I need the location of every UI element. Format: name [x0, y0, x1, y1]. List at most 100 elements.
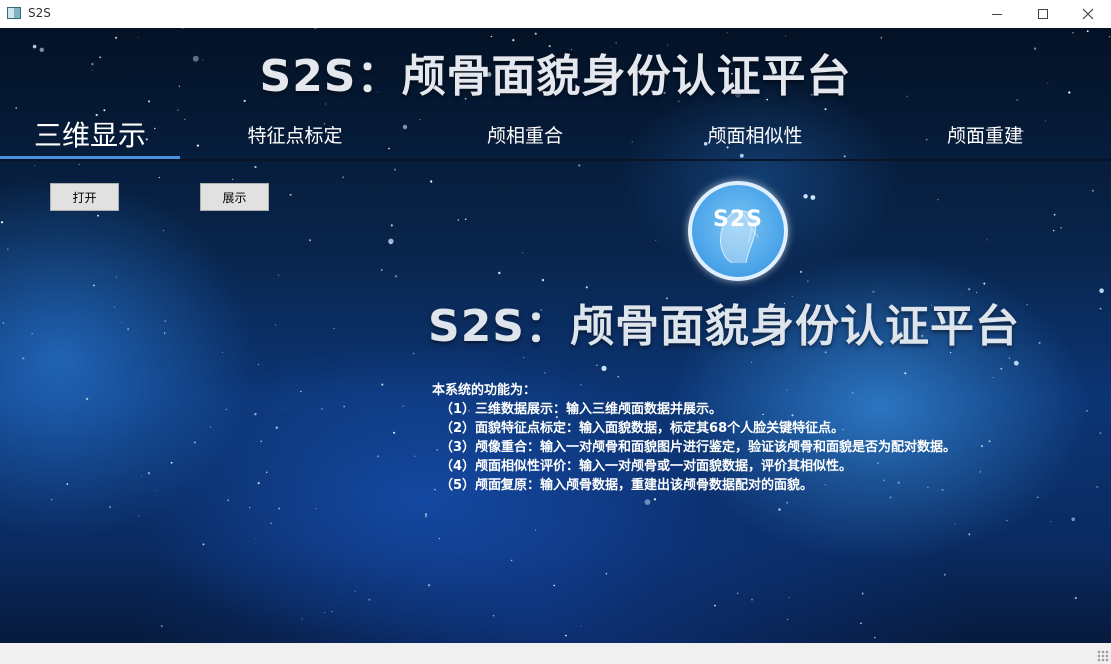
tab-craniofacial-similarity[interactable]: 颅面相似性 [665, 110, 845, 158]
star [162, 229, 165, 232]
star [333, 328, 335, 329]
star [425, 513, 427, 516]
star [565, 634, 567, 637]
star [331, 611, 333, 613]
star [1099, 288, 1104, 294]
description-item: （3）颅像重合：输入一对颅骨和面貌图片进行鉴定，验证该颅骨和面貌是否为配对数据。 [440, 440, 957, 455]
s2s-logo: S2S [688, 181, 788, 281]
tab-landmark-annotation[interactable]: 特征点标定 [205, 110, 385, 158]
star [438, 537, 440, 540]
resize-grip-icon[interactable] [1097, 650, 1109, 662]
star [778, 508, 781, 511]
star [158, 176, 160, 179]
maximize-icon [1038, 9, 1048, 19]
star [147, 472, 151, 475]
star [1099, 307, 1102, 310]
star [412, 352, 415, 355]
star [227, 499, 229, 502]
star [127, 328, 129, 330]
star [751, 598, 753, 601]
close-icon [1082, 8, 1094, 20]
star [193, 441, 196, 444]
star [78, 163, 80, 166]
star [266, 471, 268, 473]
star [170, 461, 173, 464]
app-window-icon [7, 7, 21, 19]
star [585, 286, 588, 289]
star [278, 507, 281, 510]
star [880, 37, 882, 39]
star [93, 284, 95, 287]
description-item: （4）颅面相似性评价：输入一对颅骨或一对面貌数据，评价其相似性。 [440, 459, 853, 474]
star [1086, 410, 1088, 412]
star [983, 282, 986, 285]
star [986, 239, 988, 241]
star [154, 489, 156, 491]
tab-craniofacial-reconstruction[interactable]: 颅面重建 [895, 110, 1075, 158]
star [1071, 517, 1075, 521]
status-bar [0, 643, 1111, 664]
star [490, 35, 493, 38]
star [343, 405, 346, 408]
star [1036, 496, 1039, 499]
star [284, 408, 286, 410]
star [1006, 519, 1008, 522]
star [393, 431, 396, 434]
open-button[interactable]: 打开 [50, 183, 119, 211]
star [803, 194, 808, 199]
star [137, 37, 139, 38]
description-item: （2）面貌特征点标定：输入面貌数据，标定其68个人脸关键特征点。 [440, 421, 845, 436]
tab-3d-display[interactable]: 三维显示 [0, 110, 180, 158]
page-title: S2S：颅骨面貌身份认证平台 [259, 51, 852, 102]
star [376, 455, 380, 458]
tab-bar: 三维显示 特征点标定 颅相重合 颅面相似性 颅面重建 [0, 110, 1111, 161]
maximize-button[interactable] [1020, 0, 1066, 28]
star [644, 499, 651, 505]
close-button[interactable] [1065, 0, 1111, 28]
star [889, 496, 892, 499]
star [301, 618, 303, 620]
star [109, 506, 111, 508]
star [115, 36, 118, 39]
star [534, 529, 536, 531]
star [860, 622, 862, 625]
star [750, 361, 753, 363]
star [15, 107, 17, 109]
star [270, 522, 272, 524]
description-item: （1）三维数据展示：输入三维颅面数据并展示。 [440, 402, 723, 417]
show-button[interactable]: 展示 [200, 183, 269, 211]
minimize-button[interactable] [974, 0, 1020, 28]
star [225, 408, 227, 411]
star [510, 559, 513, 562]
star [275, 324, 276, 326]
star [498, 271, 501, 275]
star [457, 219, 460, 221]
star [578, 164, 581, 167]
star [1050, 521, 1052, 523]
star [428, 584, 431, 587]
star [937, 199, 939, 201]
star [160, 625, 163, 628]
star [1000, 367, 1003, 370]
star [388, 238, 394, 244]
star [381, 269, 383, 271]
star [342, 176, 345, 179]
window-title: S2S [28, 6, 51, 20]
minimize-icon [992, 13, 1002, 15]
star [315, 508, 317, 509]
star [653, 498, 657, 501]
star [138, 515, 140, 517]
star [605, 573, 608, 575]
star [254, 413, 257, 416]
star [904, 372, 907, 375]
star [1072, 32, 1074, 34]
star [395, 275, 398, 278]
star [85, 397, 89, 401]
tab-skull-face-superimposition[interactable]: 颅相重合 [435, 110, 615, 158]
star [1008, 357, 1010, 359]
star [726, 32, 728, 34]
star [210, 426, 211, 428]
star [785, 35, 787, 37]
star [737, 592, 739, 594]
star [232, 178, 234, 180]
